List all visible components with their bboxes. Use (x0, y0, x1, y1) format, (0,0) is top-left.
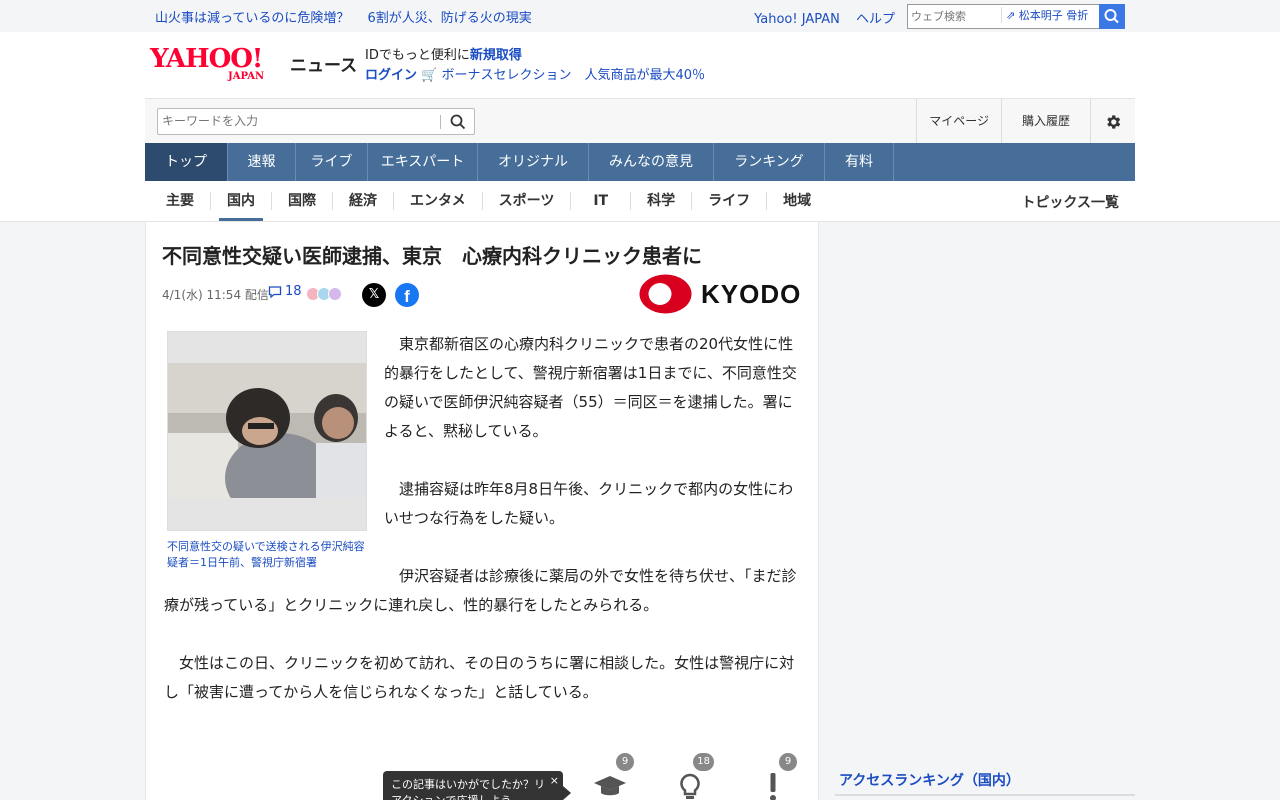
gear-icon (1107, 114, 1121, 129)
comment-link[interactable]: 18 (268, 284, 302, 299)
nav-original[interactable]: オリジナル (478, 143, 589, 181)
idea-count: 18 (693, 753, 714, 771)
reaction-idea-button[interactable]: 18 (670, 753, 714, 800)
search-icon[interactable] (450, 114, 466, 130)
web-search-input[interactable] (911, 8, 999, 25)
mypage-link[interactable]: マイページ (916, 99, 1001, 144)
search-icon (1104, 9, 1119, 24)
category-subnav: 主要 国内 国際 経済 エンタメ スポーツ IT 科学 ライフ 地域 トピックス… (145, 181, 1135, 222)
exclaim-count: 9 (779, 753, 797, 771)
facebook-icon: f (404, 287, 410, 306)
top-link-2[interactable]: 6割が人災、防げる火の現実 (368, 11, 532, 26)
top-strip: 山火事は減っているのに危険増？ 6割が人災、防げる火の現実 Yahoo! JAP… (0, 0, 1280, 32)
web-search-button[interactable] (1099, 4, 1125, 29)
all-topics-link[interactable]: トピックス一覧 (1021, 192, 1119, 212)
learn-count: 9 (616, 753, 634, 771)
nav-breaking[interactable]: 速報 (228, 143, 296, 181)
top-headline-links: 山火事は減っているのに危険増？ 6割が人災、防げる火の現実 (155, 7, 546, 26)
yahoo-news-logo[interactable]: YAHOO! JAPAN ニュース (150, 44, 357, 82)
subnav-main[interactable]: 主要 (150, 192, 211, 210)
comment-icon (268, 285, 282, 298)
article-paragraph: 伊沢容疑者は診療後に薬局の外で女性を待ち伏せ、「まだ診療が残っている」とクリニッ… (164, 567, 797, 614)
lightbulb-icon (680, 773, 700, 799)
purchase-history-link[interactable]: 購入履歴 (1000, 99, 1090, 144)
nav-paid[interactable]: 有料 (825, 143, 894, 181)
logo-japan: JAPAN (228, 71, 265, 82)
article-date: 4/1(水) 11:54 配信 (162, 288, 269, 302)
subnav-it[interactable]: IT (571, 192, 632, 210)
account-links: マイページ 購入履歴 (916, 99, 1135, 144)
tooltip-arrow (563, 786, 571, 800)
yahoo-japan-link[interactable]: Yahoo! JAPAN (754, 12, 840, 27)
cart-icon: 🛒 (421, 68, 438, 83)
search-suggestion-text: 松本明子 骨折 (1018, 9, 1089, 22)
reaction-learn-button[interactable]: 9 (590, 753, 634, 800)
tooltip-close-button[interactable]: × (550, 773, 559, 789)
facebook-share-button[interactable]: f (395, 283, 419, 307)
x-share-button[interactable]: 𝕏 (362, 283, 386, 307)
subnav-science[interactable]: 科学 (631, 192, 693, 210)
nav-expert[interactable]: エキスパート (368, 143, 478, 181)
x-logo-icon: 𝕏 (368, 287, 380, 302)
subnav-economy[interactable]: 経済 (333, 192, 394, 210)
search-divider (440, 115, 441, 129)
promo-id-text: IDでもっと便利に (365, 48, 470, 63)
reaction-faces (306, 287, 342, 301)
reaction-tooltip-text: この記事はいかがでしたか？リアクションで応援しよう (391, 778, 545, 800)
help-link[interactable]: ヘルプ (856, 12, 895, 27)
article: 不同意性交疑い医師逮捕、東京 心療内科クリニック患者に 4/1(水) 11:54… (145, 222, 819, 800)
nav-top[interactable]: トップ (145, 143, 228, 181)
subnav-sports[interactable]: スポーツ (483, 192, 572, 210)
top-right-links: Yahoo! JAPAN ヘルプ (742, 8, 895, 27)
reaction-exclaim-button[interactable]: 9 (753, 753, 797, 800)
nav-live[interactable]: ライブ (296, 143, 368, 181)
search-row: マイページ 購入履歴 (145, 98, 1135, 144)
header-promo: IDでもっと便利に新規取得 ログイン 🛒 ボーナスセレクション 人気商品が最大4… (365, 46, 705, 86)
subnav-world[interactable]: 国際 (272, 192, 333, 210)
photo-spacer (164, 330, 384, 569)
subnav-domestic[interactable]: 国内 (211, 192, 272, 221)
exclamation-icon (770, 773, 776, 800)
access-ranking-title[interactable]: アクセスランキング（国内） (839, 770, 1020, 790)
nav-opinions[interactable]: みんなの意見 (589, 143, 714, 181)
kyodo-emblem-icon (639, 274, 692, 314)
kyodo-wordmark: KYODO (701, 278, 802, 309)
article-title: 不同意性交疑い医師逮捕、東京 心療内科クリニック患者に (162, 244, 702, 268)
top-link-1[interactable]: 山火事は減っているのに危険増？ (155, 11, 349, 26)
subnav-local[interactable]: 地域 (767, 192, 827, 210)
keyword-search-input[interactable] (162, 114, 432, 128)
subnav-life[interactable]: ライフ (692, 192, 768, 210)
logo-news: ニュース (290, 56, 358, 76)
web-search-box: ⇗ 松本明子 骨折 (907, 4, 1125, 29)
main-nav: トップ 速報 ライブ エキスパート オリジナル みんなの意見 ランキング 有料 (145, 143, 1135, 181)
site-header: YAHOO! JAPAN ニュース IDでもっと便利に新規取得 ログイン 🛒 ボ… (145, 32, 1135, 98)
logo-yahoo: YAHOO! (150, 44, 263, 74)
face-icon (328, 287, 342, 301)
article-paragraph: 女性はこの日、クリニックを初めて訪れ、その日のうちに署に相談した。女性は警視庁に… (164, 654, 795, 701)
settings-button[interactable] (1090, 99, 1135, 144)
login-link[interactable]: ログイン (365, 68, 417, 83)
sidebar-divider (835, 794, 1135, 796)
article-body: 東京都新宿区の心療内科クリニックで患者の20代女性に性的暴行をしたとして、警視庁… (164, 330, 804, 736)
subnav-entertainment[interactable]: エンタメ (394, 192, 483, 210)
keyword-search-box (157, 108, 475, 135)
search-suggestion[interactable]: ⇗ 松本明子 骨折 (1001, 7, 1088, 23)
kyodo-logo[interactable]: KYODO (639, 274, 801, 314)
comment-count: 18 (285, 284, 302, 299)
graduation-cap-icon (594, 776, 626, 796)
reaction-tooltip: この記事はいかがでしたか？リアクションで応援しよう × (383, 771, 563, 800)
nav-ranking[interactable]: ランキング (714, 143, 825, 181)
register-link[interactable]: 新規取得 (470, 48, 522, 63)
bonus-selection-link[interactable]: ボーナスセレクション 人気商品が最大40％ (441, 68, 705, 83)
